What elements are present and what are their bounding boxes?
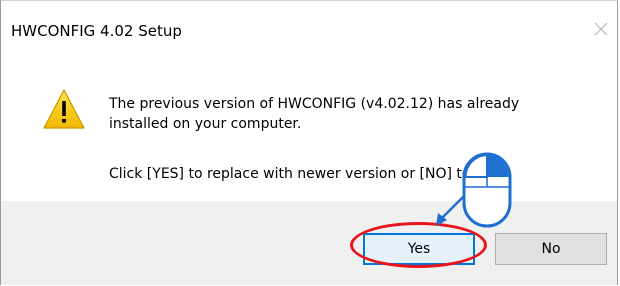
close-button[interactable] (587, 15, 615, 43)
message-line-3: Click [YES] to replace with newer versio… (109, 166, 507, 182)
message-line-1: The previous version of HWCONFIG (v4.02.… (109, 96, 520, 112)
yes-button[interactable]: Yes (363, 233, 475, 265)
warning-triangle-icon (43, 89, 85, 129)
message-line-2: installed on your computer. (109, 116, 302, 132)
title-bar: HWCONFIG 4.02 Setup (1, 1, 617, 63)
dialog-title: HWCONFIG 4.02 Setup (11, 22, 182, 40)
setup-dialog: HWCONFIG 4.02 Setup The previous version… (0, 0, 618, 285)
no-button[interactable]: No (495, 233, 607, 265)
button-bar: Yes No (1, 201, 617, 285)
dialog-content: The previous version of HWCONFIG (v4.02.… (1, 63, 617, 201)
close-icon (594, 22, 608, 36)
